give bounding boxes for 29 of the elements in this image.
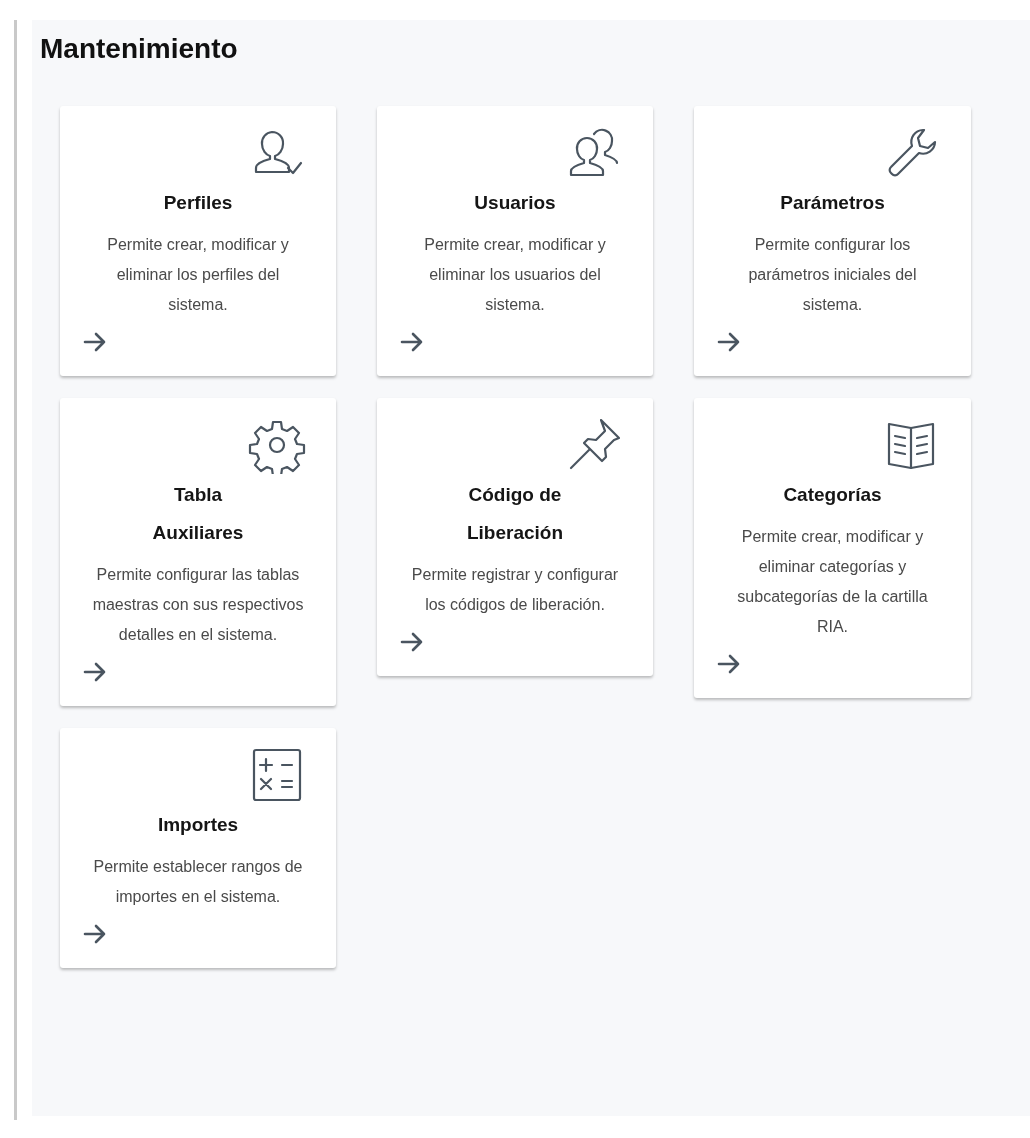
card-description: Permite configurar las tablas maestras con sus respectivos detalles en el sistema. (92, 564, 304, 645)
card-description: Permite registrar y configurar los códigos de liberación. (410, 564, 620, 615)
card-description: Permite crear, modificar y eliminar categorías y subcategorías de la cartilla RIA. (736, 526, 929, 637)
card-description: Permite crear, modificar y eliminar los perfiles del sistema. (106, 234, 290, 315)
module-card[interactable]: Usuarios Permite crear, modificar y eliminar los usuarios del sistema. (377, 105, 653, 376)
module-card[interactable]: Código de Liberación Permite registrar y configurar los códigos de liberación. (377, 397, 653, 676)
page-title: Mantenimiento (40, 32, 239, 66)
module-card[interactable]: Importes Permite establecer rangos de importes en el sistema. (60, 727, 336, 968)
arrow-icon[interactable] (82, 331, 108, 354)
card-title: Tabla Auxiliares (151, 482, 245, 545)
module-card[interactable]: Parámetros Permite configurar los parámetros iniciales del sistema. (694, 105, 971, 376)
card-title: Importes (156, 812, 240, 837)
card-title: Categorías (782, 482, 883, 507)
card-title: Usuarios (473, 190, 557, 215)
card-description: Permite crear, modificar y eliminar los usuarios del sistema. (423, 234, 607, 315)
card-title: Parámetros (779, 190, 886, 215)
module-card[interactable]: Categorías Permite crear, modificar y eliminar categorías y subcategorías de la cartilla RIA. (694, 397, 971, 698)
card-description: Permite establecer rangos de importes en el sistema. (92, 856, 304, 907)
module-card[interactable]: Tabla Auxiliares Permite configurar las tablas maestras con sus respectivos detalles en el sistema. (60, 397, 336, 706)
card-description: Permite configurar los parámetros iniciales del sistema. (747, 234, 918, 315)
module-card[interactable]: Perfiles Permite crear, modificar y eliminar los perfiles del sistema. (60, 105, 336, 376)
card-title: Código de Liberación (465, 482, 565, 545)
arrow-icon[interactable] (716, 653, 742, 676)
card-title: Perfiles (162, 190, 234, 215)
arrow-icon[interactable] (399, 331, 425, 354)
arrow-icon[interactable] (82, 923, 108, 946)
arrow-icon[interactable] (716, 331, 742, 354)
arrow-icon[interactable] (82, 661, 108, 684)
arrow-icon[interactable] (399, 631, 425, 654)
